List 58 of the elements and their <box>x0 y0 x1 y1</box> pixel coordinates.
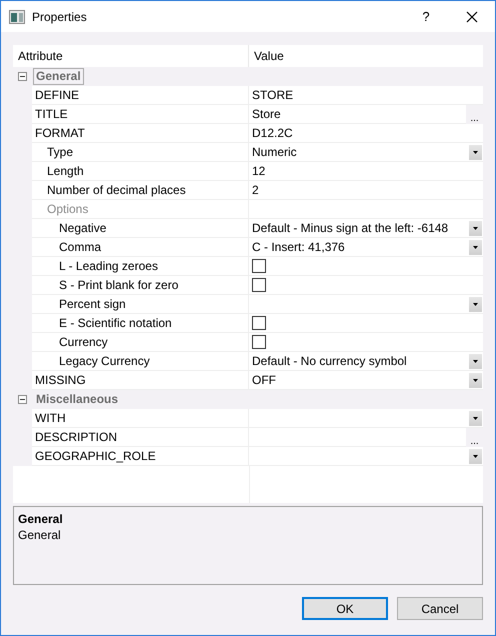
attribute-label: DEFINE <box>35 88 80 102</box>
value-text[interactable]: 2 <box>252 183 259 197</box>
dropdown-button[interactable] <box>469 296 482 312</box>
attribute-label: GEOGRAPHIC_ROLE <box>35 449 156 463</box>
attribute-label: L - Leading zeroes <box>59 259 158 273</box>
dropdown-button[interactable] <box>469 220 482 236</box>
browse-button[interactable]: ... <box>466 105 483 124</box>
window-title: Properties <box>32 10 88 24</box>
dropdown-button[interactable] <box>469 354 482 368</box>
attribute-label: TITLE <box>35 107 68 121</box>
attribute-label: Length <box>47 164 84 178</box>
value-text[interactable]: STORE <box>252 88 294 102</box>
value-text[interactable]: Numeric <box>252 145 297 159</box>
caret-icon <box>473 246 478 248</box>
attribute-label: S - Print blank for zero <box>59 278 178 292</box>
attribute-label: Type <box>47 145 74 159</box>
category-label[interactable]: Miscellaneous <box>33 391 122 408</box>
caret-icon <box>473 302 478 306</box>
value-text[interactable]: D12.2C <box>252 126 293 140</box>
attribute-label: Options <box>47 202 88 216</box>
collapse-icon[interactable] <box>18 395 27 404</box>
attribute-label: FORMAT <box>35 126 85 140</box>
dropdown-button[interactable] <box>469 448 482 464</box>
attribute-label: DESCRIPTION <box>35 430 118 444</box>
description-title: General <box>18 512 64 526</box>
column-header[interactable]: Attribute <box>13 45 249 67</box>
dropdown-button[interactable] <box>469 410 482 426</box>
description-text: General <box>18 528 62 542</box>
value-text[interactable]: OFF <box>252 373 276 387</box>
column-header[interactable]: Value <box>249 49 284 63</box>
attribute-label: Negative <box>59 221 106 235</box>
attribute-label: Comma <box>59 240 102 254</box>
caret-icon <box>473 360 478 362</box>
caret-icon <box>473 150 478 154</box>
attribute-label: Percent sign <box>59 297 126 311</box>
caret-icon <box>473 226 478 230</box>
cancel-button[interactable]: Cancel <box>397 597 483 620</box>
close-icon <box>466 10 478 22</box>
attribute-label: MISSING <box>35 373 86 387</box>
attribute-label: WITH <box>35 411 66 425</box>
caret-icon <box>473 378 478 382</box>
ok-button[interactable]: OK <box>302 597 388 620</box>
category-label[interactable]: General <box>33 68 84 85</box>
value-text[interactable]: 12 <box>252 164 266 178</box>
attribute-label: Number of decimal places <box>47 183 186 197</box>
attribute-label: Currency <box>59 335 108 349</box>
value-text[interactable]: Store <box>252 107 281 121</box>
browse-button[interactable]: ... <box>466 428 483 447</box>
attribute-label: Legacy Currency <box>59 354 150 368</box>
dropdown-button[interactable] <box>469 372 482 388</box>
dropdown-button[interactable] <box>469 240 482 254</box>
caret-icon <box>473 416 478 420</box>
dropdown-button[interactable] <box>469 144 482 160</box>
attribute-label: E - Scientific notation <box>59 316 172 330</box>
caret-icon <box>473 454 478 458</box>
collapse-icon[interactable] <box>18 72 27 81</box>
window-icon <box>9 10 25 24</box>
help-button[interactable]: ? <box>403 1 449 32</box>
